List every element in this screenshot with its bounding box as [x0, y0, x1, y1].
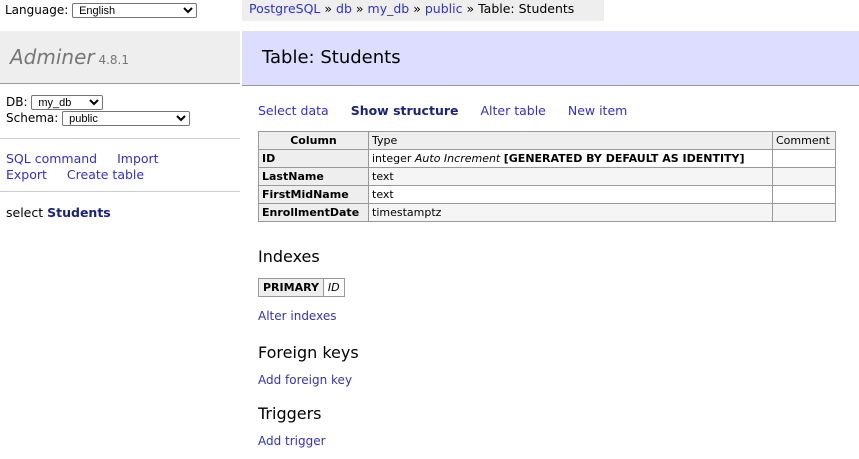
table-row: EnrollmentDate timestamptz: [258, 203, 836, 222]
column-comment: [772, 185, 836, 204]
language-select[interactable]: English: [72, 3, 198, 18]
create-table-link[interactable]: Create table: [67, 167, 144, 182]
brand-version: 4.8.1: [98, 53, 129, 67]
breadcrumb-db[interactable]: db: [336, 1, 352, 16]
show-structure-tab[interactable]: Show structure: [351, 103, 459, 118]
alter-indexes-link[interactable]: Alter indexes: [258, 309, 336, 323]
alter-table-link[interactable]: Alter table: [480, 103, 545, 118]
type-identity: [GENERATED BY DEFAULT AS IDENTITY]: [503, 151, 745, 165]
column-type: integer Auto Increment [GENERATED BY DEF…: [368, 149, 773, 168]
table-row: ID integer Auto Increment [GENERATED BY …: [258, 149, 836, 168]
breadcrumb-current: Table: Students: [478, 1, 575, 16]
add-trigger-link[interactable]: Add trigger: [258, 434, 326, 448]
schema-select[interactable]: public: [62, 111, 191, 126]
breadcrumb-separator: »: [355, 1, 364, 16]
foreign-keys-title: Foreign keys: [258, 343, 359, 362]
index-column: ID: [322, 278, 345, 297]
type-auto-increment: Auto Increment: [414, 151, 501, 165]
column-comment: [772, 167, 836, 186]
breadcrumb-separator: »: [324, 1, 333, 16]
index-type: PRIMARY: [258, 278, 324, 297]
import-link[interactable]: Import: [117, 151, 159, 166]
breadcrumb-schema[interactable]: public: [425, 1, 463, 16]
breadcrumb-postgresql[interactable]: PostgreSQL: [249, 1, 320, 16]
language-label: Language:: [5, 3, 69, 17]
brand-header: Adminer 4.8.1: [0, 31, 240, 84]
comment-header: Comment: [772, 131, 836, 150]
schema-label: Schema:: [6, 111, 59, 125]
sidebar-divider: [0, 191, 240, 192]
column-type: text: [368, 185, 773, 204]
column-name: ID: [258, 149, 369, 168]
language-bar: Language: English: [0, 0, 240, 21]
sidebar-divider: [0, 138, 240, 139]
select-prefix: select: [6, 205, 44, 220]
structure-table: Column Type Comment ID integer Auto Incr…: [258, 131, 836, 222]
breadcrumb: PostgreSQL » db » my_db » public » Table…: [242, 0, 604, 21]
export-link[interactable]: Export: [6, 167, 47, 182]
type-base: integer: [372, 151, 412, 165]
sql-command-link[interactable]: SQL command: [6, 151, 97, 166]
triggers-title: Triggers: [258, 404, 322, 423]
new-item-link[interactable]: New item: [568, 103, 627, 118]
column-type: timestamptz: [368, 203, 773, 222]
table-row: LastName text: [258, 167, 836, 186]
column-name: FirstMidName: [258, 185, 369, 204]
sidebar-links: SQL command Import Export Create table: [6, 151, 240, 183]
table-name: Students: [47, 205, 111, 220]
indexes-title: Indexes: [258, 247, 320, 266]
type-header: Type: [368, 131, 773, 150]
add-foreign-key-link[interactable]: Add foreign key: [258, 373, 352, 387]
table-row: FirstMidName text: [258, 185, 836, 204]
indexes-table: PRIMARY ID: [258, 278, 345, 297]
db-select[interactable]: my_db: [31, 95, 104, 110]
structure-header-row: Column Type Comment: [258, 131, 836, 150]
column-type: text: [368, 167, 773, 186]
breadcrumb-separator: »: [466, 1, 475, 16]
column-comment: [772, 149, 836, 168]
column-name: LastName: [258, 167, 369, 186]
page-title: Table: Students: [242, 31, 859, 86]
table-list: select Students: [6, 205, 111, 220]
select-data-link[interactable]: Select data: [258, 103, 329, 118]
db-selector: DB: my_db Schema: public: [6, 94, 240, 126]
breadcrumb-separator: »: [413, 1, 421, 16]
db-label: DB:: [6, 95, 28, 109]
brand-name[interactable]: Adminer: [10, 45, 95, 69]
select-table-link[interactable]: select Students: [6, 205, 111, 220]
table-row: PRIMARY ID: [258, 278, 345, 297]
column-name: EnrollmentDate: [258, 203, 369, 222]
breadcrumb-database[interactable]: my_db: [368, 1, 410, 16]
column-header: Column: [258, 131, 369, 150]
table-tabs: Select data Show structure Alter table N…: [258, 103, 645, 118]
column-comment: [772, 203, 836, 222]
